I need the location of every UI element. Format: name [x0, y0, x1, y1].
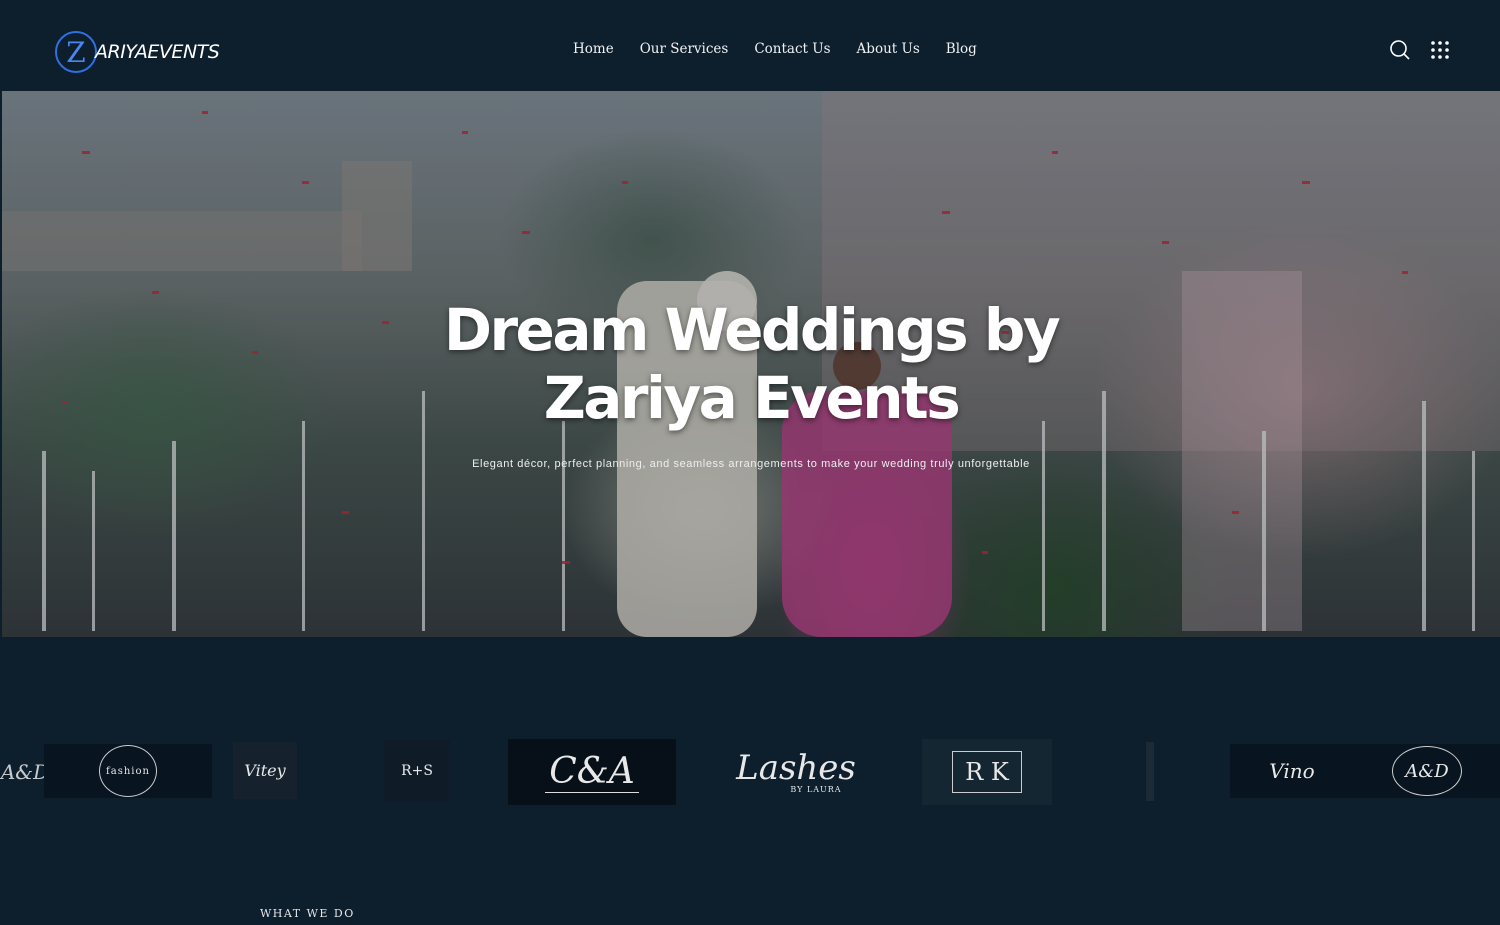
client-logo-text: A&D — [0, 760, 50, 784]
hero-title-line2: Zariya Events — [543, 364, 961, 432]
nav-blog[interactable]: Blog — [946, 41, 977, 57]
client-logo-text: Vino — [1269, 759, 1315, 783]
client-logo-subtext: BY LAURA — [790, 784, 842, 794]
logo-mark: Z — [55, 31, 97, 73]
nav-home[interactable]: Home — [573, 41, 614, 57]
section-eyebrow: WHAT WE DO — [260, 907, 355, 920]
client-logo: fashion — [44, 744, 212, 798]
client-logo: R K — [922, 739, 1052, 805]
logo-wordmark: ARIYAEVENTS — [95, 41, 220, 63]
client-logo-text: Lashes — [736, 747, 856, 788]
site-logo[interactable]: Z ARIYAEVENTS — [55, 31, 220, 73]
hero-subtitle: Elegant décor, perfect planning, and sea… — [472, 458, 1030, 470]
client-logo-text: R K — [965, 758, 1009, 786]
client-logo: Lashes BY LAURA — [732, 739, 860, 805]
hero-title-line1: Dream Weddings by — [443, 296, 1061, 364]
client-logo-text: A&D — [1405, 760, 1449, 782]
client-logo: Vino — [1230, 744, 1354, 798]
client-logo: R+S — [384, 740, 450, 802]
client-logo — [1146, 742, 1154, 801]
hero-title: Dream Weddings by Zariya Events — [2, 296, 1500, 432]
client-logo: A&D — [0, 747, 50, 797]
client-logo: A&D — [1354, 744, 1500, 798]
nav-about-us[interactable]: About Us — [857, 41, 920, 57]
hero-section: Dream Weddings by Zariya Events Elegant … — [2, 91, 1500, 637]
client-logo: Vitey — [233, 742, 297, 799]
nav-contact-us[interactable]: Contact Us — [754, 41, 830, 57]
client-logo-carousel: A&D fashion Vitey R+S C&A Lashes BY LAUR… — [0, 735, 1500, 810]
client-logo: C&A — [508, 739, 676, 805]
client-logo-text: fashion — [106, 765, 150, 777]
main-nav: Home Our Services Contact Us About Us Bl… — [573, 41, 977, 57]
site-header: Z ARIYAEVENTS Home Our Services Contact … — [0, 0, 1500, 91]
client-logo-text: C&A — [545, 751, 639, 793]
nav-our-services[interactable]: Our Services — [640, 41, 729, 57]
grid-menu-icon[interactable] — [1428, 38, 1452, 62]
client-logo-text: R+S — [401, 763, 433, 779]
search-icon[interactable] — [1388, 38, 1412, 62]
client-logo-text: Vitey — [244, 761, 286, 780]
